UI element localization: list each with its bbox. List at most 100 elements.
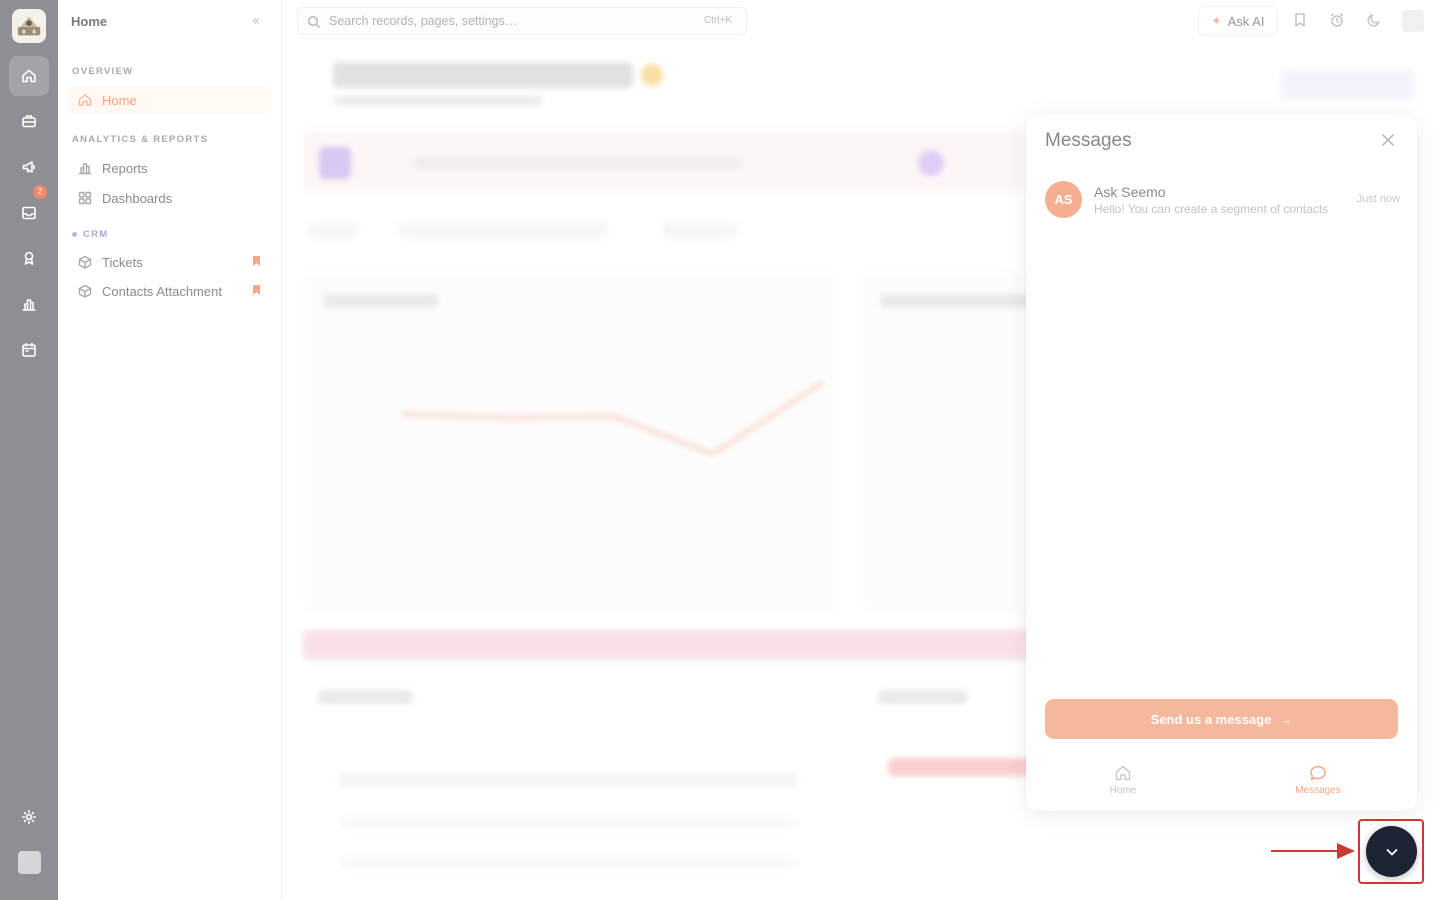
rail-campaigns-button[interactable]: [9, 147, 49, 187]
table-header-placeholder: [338, 772, 798, 788]
reminders-button[interactable]: [1329, 12, 1347, 30]
moon-icon: [1367, 14, 1380, 27]
messages-tab-bar: Home Messages: [1026, 754, 1417, 804]
ask-ai-label: Ask AI: [1227, 13, 1265, 29]
chat-launcher-button[interactable]: [1366, 826, 1417, 877]
sidebar-title: Home: [71, 14, 108, 29]
sidebar: Home « OVERVIEW Home ANALYTICS & REPORTS…: [58, 0, 282, 900]
table-row-placeholder: [338, 857, 798, 869]
bar-chart-icon: [22, 299, 36, 311]
app-logo[interactable]: [12, 9, 46, 43]
conversation-avatar: AS: [1045, 181, 1082, 218]
section-crm: CRM: [72, 229, 109, 240]
sidebar-item-label: Reports: [102, 160, 148, 176]
search-icon: [307, 14, 321, 29]
bookmark-icon[interactable]: [253, 256, 260, 266]
table-title-placeholder: [318, 690, 413, 704]
bookmarks-button[interactable]: [1292, 12, 1310, 30]
blurred-line-chart: [402, 380, 825, 457]
search-input[interactable]: [329, 14, 669, 28]
sidebar-item-home[interactable]: Home: [68, 86, 272, 114]
greeting-emoji-placeholder: [641, 64, 663, 86]
sidebar-item-label: Dashboards: [102, 190, 173, 206]
banner-icon-placeholder: [319, 147, 351, 179]
award-icon: [24, 251, 34, 265]
sidebar-item-label: Home: [102, 92, 137, 108]
send-message-label: Send us a message: [1150, 711, 1272, 727]
bookmark-icon[interactable]: [253, 285, 260, 295]
rail-briefcase-button[interactable]: [9, 101, 49, 141]
chart-line: [402, 380, 825, 457]
grid-icon: [78, 191, 92, 205]
inbox-icon: [22, 206, 36, 220]
bookmark-icon: [1295, 13, 1305, 27]
collapse-sidebar-icon[interactable]: «: [252, 14, 260, 29]
app-rail: 2: [0, 0, 58, 900]
bar-chart-icon: [78, 161, 92, 175]
conversation-item[interactable]: AS Ask Seemo Hello! You can create a seg…: [1045, 181, 1400, 221]
action-button-placeholder: [1280, 70, 1415, 100]
megaphone-icon: [22, 161, 35, 173]
theme-toggle-button[interactable]: [1366, 12, 1384, 30]
global-search[interactable]: Ctrl+K: [297, 7, 747, 35]
rail-analytics-button[interactable]: [9, 284, 49, 324]
sidebar-item-tickets[interactable]: Tickets: [68, 248, 272, 276]
sidebar-item-contacts-attachment[interactable]: Contacts Attachment: [68, 277, 272, 305]
home-icon: [78, 93, 92, 107]
chat-bubble-icon: [1310, 765, 1326, 781]
rail-home-button[interactable]: [9, 56, 49, 96]
logo-icon: [17, 16, 41, 36]
banner-text-placeholder: [413, 157, 743, 169]
user-avatar[interactable]: [18, 851, 41, 874]
rail-inbox-button[interactable]: 2: [9, 185, 49, 233]
rail-calendar-button[interactable]: [9, 330, 49, 370]
messages-panel: Messages AS Ask Seemo Hello! You can cre…: [1026, 114, 1417, 811]
close-button[interactable]: [1381, 132, 1397, 148]
search-shortcut: Ctrl+K: [703, 15, 732, 26]
filter-placeholder: [308, 222, 358, 238]
rail-award-button[interactable]: [9, 238, 49, 278]
section-overview: OVERVIEW: [72, 66, 134, 77]
chevron-down-icon: [1386, 848, 1397, 855]
card-title-placeholder: [878, 690, 968, 704]
bar-placeholder: [888, 758, 1048, 776]
tab-home[interactable]: Home: [1083, 764, 1163, 796]
send-message-button[interactable]: Send us a message →: [1045, 699, 1398, 739]
tab-messages-label: Messages: [1295, 785, 1341, 796]
section-analytics: ANALYTICS & REPORTS: [72, 134, 209, 145]
top-bar: Ctrl+K ✦ Ask AI: [283, 0, 1440, 42]
annotation-arrow: [1271, 843, 1355, 859]
greeting-placeholder: [333, 62, 633, 88]
sidebar-item-dashboards[interactable]: Dashboards: [68, 184, 272, 212]
sidebar-item-label: Tickets: [102, 254, 143, 270]
chart-title-placeholder: [323, 294, 438, 308]
home-icon: [22, 69, 36, 83]
conversation-preview: Hello! You can create a segment of conta…: [1094, 202, 1329, 216]
filter-placeholder: [663, 222, 738, 238]
banner-avatar-placeholder: [918, 150, 944, 176]
tab-messages[interactable]: Messages: [1278, 764, 1358, 796]
home-icon: [1115, 765, 1131, 781]
inbox-badge: 2: [33, 185, 47, 199]
filter-placeholder: [398, 222, 608, 238]
arrow-right-icon: →: [1279, 711, 1293, 727]
cube-icon: [78, 284, 92, 298]
rail-settings-button[interactable]: [9, 797, 49, 837]
tab-home-label: Home: [1109, 785, 1137, 796]
gear-icon: [22, 810, 36, 824]
subtitle-placeholder: [333, 96, 543, 106]
ask-ai-button[interactable]: ✦ Ask AI: [1198, 6, 1278, 36]
briefcase-icon: [22, 115, 36, 128]
sidebar-item-label: Contacts Attachment: [102, 283, 222, 299]
conversation-time: Just now: [1356, 193, 1400, 205]
sparkle-icon: ✦: [1211, 14, 1222, 28]
side-card-title-placeholder: [880, 294, 1030, 308]
close-icon: [1382, 134, 1394, 146]
sidebar-item-reports[interactable]: Reports: [68, 154, 272, 182]
messages-title: Messages: [1045, 130, 1132, 151]
cube-icon: [78, 255, 92, 269]
calendar-icon: [22, 342, 36, 357]
table-row-placeholder: [338, 817, 798, 829]
alarm-clock-icon: [1330, 13, 1344, 27]
profile-avatar[interactable]: [1402, 10, 1424, 32]
